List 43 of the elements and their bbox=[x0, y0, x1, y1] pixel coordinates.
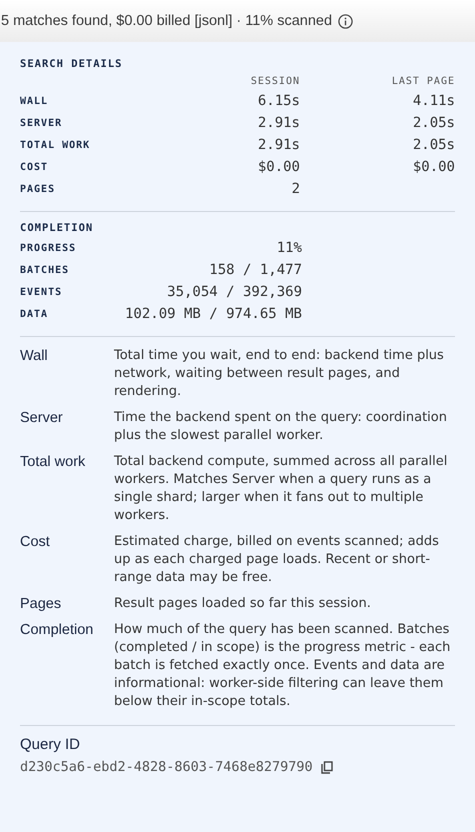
session-value: 2 bbox=[290, 181, 300, 197]
column-header: SESSION bbox=[250, 76, 300, 87]
column-header: LAST PAGE bbox=[390, 76, 455, 87]
section-heading: SEARCH DETAILS bbox=[20, 58, 124, 70]
session-value: 6.15s bbox=[256, 93, 300, 109]
metric-label: TOTAL WORK bbox=[20, 140, 92, 150]
metric-label: DATA bbox=[20, 308, 50, 320]
session-value: $0.00 bbox=[256, 159, 300, 175]
metric-label: BATCHES bbox=[20, 264, 70, 276]
metric-value: 158 / 1,477 bbox=[208, 262, 302, 278]
metric-label: PROGRESS bbox=[20, 242, 78, 254]
metric-value: 102.09 MB / 974.65 MB bbox=[124, 306, 302, 322]
glossary-term: Pages bbox=[20, 595, 62, 613]
session-value: 2.91s bbox=[256, 137, 300, 153]
last-page-value: 2.05s bbox=[412, 115, 455, 131]
glossary-term: Wall bbox=[20, 347, 49, 366]
glossary-definition: Estimated charge, billed on events scanned; adds up as each charged page loads. Recent or short-range data may be free. bbox=[114, 533, 440, 587]
metric-label: SERVER bbox=[20, 118, 64, 128]
glossary-term: Server bbox=[20, 409, 64, 428]
query-id-value: d230c5a6-ebd2-4828-8603-7468e8279790 bbox=[20, 759, 313, 775]
glossary-definition: Result pages loaded so far this session. bbox=[114, 595, 372, 613]
glossary-term: Cost bbox=[20, 533, 51, 552]
metric-label: PAGES bbox=[20, 184, 56, 194]
session-value: 2.91s bbox=[256, 115, 300, 131]
glossary-definition: How much of the query has been scanned. Batches (completed / in scope) is the progress metric - each batch is fetched exactly once. Events and data are informational: worker-side filtering can leave them below their in-scope totals. bbox=[114, 621, 452, 711]
last-page-value: $0.00 bbox=[412, 159, 455, 175]
metric-label: WALL bbox=[20, 96, 50, 106]
metric-value: 35,054 / 392,369 bbox=[166, 284, 302, 300]
info-icon[interactable] bbox=[338, 14, 354, 28]
copy-icon[interactable] bbox=[320, 760, 333, 774]
results-summary: 5 matches found, $0.00 billed [jsonl] · 11% scanned bbox=[1, 13, 332, 29]
glossary-term: Completion bbox=[20, 621, 94, 640]
section-heading: COMPLETION bbox=[20, 222, 94, 234]
glossary-term: Total work bbox=[20, 453, 86, 472]
last-page-value: 2.05s bbox=[412, 137, 455, 153]
metric-value: 11% bbox=[276, 240, 302, 256]
metric-label: EVENTS bbox=[20, 286, 64, 298]
query-id-label: Query ID bbox=[20, 736, 82, 753]
metric-label: COST bbox=[20, 162, 50, 172]
glossary-definition: Time the backend spent on the query: coordination plus the slowest parallel worker. bbox=[114, 409, 448, 445]
glossary-definition: Total backend compute, summed across all parallel workers. Matches Server when a query runs as a single shard; larger when it fans out to multiple workers. bbox=[114, 453, 448, 525]
glossary-definition: Total time you wait, end to end: backend time plus network, waiting between result pages, and rendering. bbox=[114, 347, 445, 401]
last-page-value: 4.11s bbox=[412, 93, 455, 109]
